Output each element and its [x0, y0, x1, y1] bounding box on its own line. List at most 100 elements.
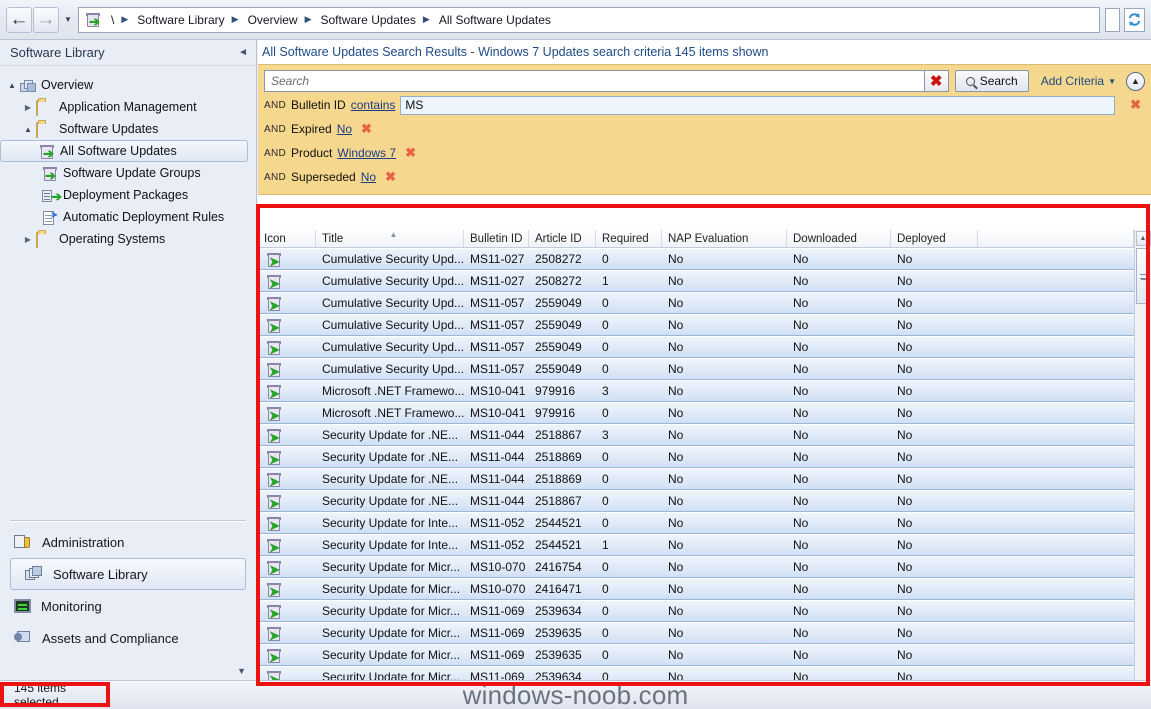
breadcrumb-software-library[interactable]: Software Library	[134, 12, 227, 28]
row-icon-cell: ➤	[258, 604, 316, 619]
tree-item-software-update-groups[interactable]: ➔ Software Update Groups	[0, 162, 256, 184]
grid-column-header[interactable]: Bulletin ID	[464, 230, 529, 247]
sidebar-item-software-library[interactable]: Software Library	[10, 558, 246, 590]
expand-twisty-icon[interactable]: ▶	[20, 103, 36, 112]
table-row[interactable]: ➤ Security Update for Micr... MS11-069 2539…	[258, 600, 1134, 622]
remove-criteria-button[interactable]: ✖	[357, 121, 376, 137]
breadcrumb-root[interactable]: \	[108, 12, 117, 28]
scrollbar-thumb[interactable]	[1136, 248, 1150, 304]
software-update-icon: ➤	[267, 626, 281, 641]
grid-vertical-scrollbar[interactable]: ▲	[1134, 230, 1151, 709]
row-article-id: 2559049	[535, 296, 582, 310]
row-downloaded: No	[793, 318, 809, 332]
row-required: 1	[602, 538, 609, 552]
criteria-operator-link[interactable]: contains	[351, 98, 396, 112]
collapse-search-panel-button[interactable]: ▲	[1126, 71, 1145, 91]
forward-button[interactable]: →	[33, 6, 59, 33]
red-x-icon: ✖	[929, 73, 943, 90]
clear-search-button[interactable]: ✖	[924, 70, 949, 92]
remove-criteria-button[interactable]: ✖	[401, 145, 420, 161]
row-title: Cumulative Security Upd...	[322, 252, 464, 266]
grid-column-header[interactable]: NAP Evaluation	[662, 230, 787, 247]
tree-item-operating-systems[interactable]: ▶ Operating Systems	[0, 228, 256, 250]
row-downloaded: No	[793, 340, 809, 354]
workspace-scroll-down-button[interactable]: ▼	[237, 666, 246, 676]
table-row[interactable]: ➤ Cumulative Security Upd... MS11-057 25590…	[258, 314, 1134, 336]
add-criteria-label: Add Criteria	[1040, 74, 1105, 88]
tree-item-all-software-updates[interactable]: ➔ All Software Updates	[0, 140, 248, 162]
criteria-conjunction: AND	[264, 99, 287, 111]
tree-item-overview[interactable]: ▲ Overview	[0, 74, 256, 96]
search-button[interactable]: Search	[954, 70, 1029, 92]
breadcrumb-all-software-updates[interactable]: All Software Updates	[436, 12, 554, 28]
sidebar-item-monitoring[interactable]: Monitoring	[0, 590, 256, 622]
sidebar-item-assets-and-compliance[interactable]: Assets and Compliance	[0, 622, 256, 654]
remove-criteria-button[interactable]: ✖	[1126, 97, 1145, 113]
tree-item-software-updates[interactable]: ▲ Software Updates	[0, 118, 256, 140]
breadcrumb-software-updates[interactable]: Software Updates	[318, 12, 419, 28]
criteria-value-link[interactable]: Windows 7	[337, 146, 396, 160]
table-row[interactable]: ➤ Security Update for Inte... MS11-052 2544…	[258, 512, 1134, 534]
row-required: 0	[602, 362, 609, 376]
grid-column-header-label: Article ID	[535, 232, 582, 245]
assets-compliance-icon	[14, 630, 32, 646]
tree-item-application-management[interactable]: ▶ Application Management	[0, 96, 256, 118]
tree-item-label: Application Management	[59, 100, 197, 114]
tree-item-deployment-packages[interactable]: ➔ Deployment Packages	[0, 184, 256, 206]
expand-twisty-icon[interactable]: ▶	[20, 235, 36, 244]
address-breadcrumb-bar[interactable]: ➔ \ ▶ Software Library ▶ Overview ▶ Soft…	[78, 6, 1100, 33]
sidebar-item-administration[interactable]: Administration	[0, 526, 256, 558]
table-row[interactable]: ➤ Security Update for .NE... MS11-044 25188…	[258, 446, 1134, 468]
table-row[interactable]: ➤ Cumulative Security Upd... MS11-027 25082…	[258, 270, 1134, 292]
grid-column-header-label: Deployed	[897, 232, 946, 245]
breadcrumb-overview[interactable]: Overview	[245, 12, 301, 28]
criteria-value-link[interactable]: No	[337, 122, 352, 136]
table-row[interactable]: ➤ Security Update for .NE... MS11-044 25188…	[258, 490, 1134, 512]
table-row[interactable]: ➤ Security Update for Micr... MS11-069 2539…	[258, 622, 1134, 644]
chevron-left-icon[interactable]: ◄	[238, 47, 248, 58]
expand-twisty-icon[interactable]: ▲	[20, 125, 36, 134]
row-nap-evaluation: No	[668, 428, 684, 442]
search-input[interactable]	[264, 70, 925, 92]
grid-column-header[interactable]: Article ID	[529, 230, 596, 247]
refresh-button[interactable]	[1124, 7, 1145, 32]
table-row[interactable]: ➤ Security Update for .NE... MS11-044 25188…	[258, 468, 1134, 490]
history-dropdown-button[interactable]: ▼	[60, 7, 76, 33]
table-row[interactable]: ➤ Security Update for Inte... MS11-052 2544…	[258, 534, 1134, 556]
tree-item-automatic-deployment-rules[interactable]: ➤ Automatic Deployment Rules	[0, 206, 256, 228]
table-row[interactable]: ➤ Microsoft .NET Framewo... MS10-041 979916…	[258, 402, 1134, 424]
application-window: ← → ▼ ➔ \ ▶ Software Library ▶ Overview …	[0, 0, 1151, 709]
table-row[interactable]: ➤ Security Update for .NE... MS11-044 25188…	[258, 424, 1134, 446]
table-row[interactable]: ➤ Security Update for Micr... MS10-070 2416…	[258, 578, 1134, 600]
add-criteria-button[interactable]: Add Criteria ▼	[1041, 74, 1116, 88]
search-history-box[interactable]	[1105, 7, 1121, 32]
table-row[interactable]: ➤ Cumulative Security Upd... MS11-057 25590…	[258, 292, 1134, 314]
row-deployed: No	[897, 494, 913, 508]
remove-criteria-button[interactable]: ✖	[381, 169, 400, 185]
table-row[interactable]: ➤ Microsoft .NET Framewo... MS10-041 979916…	[258, 380, 1134, 402]
criteria-value-input[interactable]	[400, 95, 1116, 115]
navigation-buttons: ← → ▼	[0, 6, 76, 33]
scroll-up-button[interactable]: ▲	[1135, 231, 1151, 246]
row-bulletin-id: MS11-027	[470, 252, 525, 266]
row-title: Cumulative Security Upd...	[322, 296, 464, 310]
table-row[interactable]: ➤ Cumulative Security Upd... MS11-057 25590…	[258, 358, 1134, 380]
table-row[interactable]: ➤ Security Update for Micr... MS11-069 2539…	[258, 644, 1134, 666]
grid-column-header[interactable]: Deployed	[891, 230, 978, 247]
row-deployed: No	[897, 648, 913, 662]
grid-column-header[interactable]: Required	[596, 230, 662, 247]
row-nap-evaluation: No	[668, 252, 684, 266]
table-row[interactable]: ➤ Cumulative Security Upd... MS11-057 25590…	[258, 336, 1134, 358]
software-update-icon: ➤	[267, 428, 281, 443]
expand-twisty-icon[interactable]: ▲	[4, 81, 20, 90]
table-row[interactable]: ➤ Cumulative Security Upd... MS11-027 25082…	[258, 248, 1134, 270]
workspace-label: Monitoring	[41, 598, 102, 614]
grid-column-header[interactable]: Downloaded	[787, 230, 891, 247]
criteria-value-link[interactable]: No	[361, 170, 376, 184]
table-row[interactable]: ➤ Security Update for Micr... MS10-070 2416…	[258, 556, 1134, 578]
row-article-id: 2544521	[535, 516, 582, 530]
grid-column-header[interactable]	[978, 230, 1134, 247]
grid-column-header[interactable]: Title ▲	[316, 230, 464, 247]
grid-column-header[interactable]: Icon	[258, 230, 316, 247]
back-button[interactable]: ←	[6, 6, 32, 33]
